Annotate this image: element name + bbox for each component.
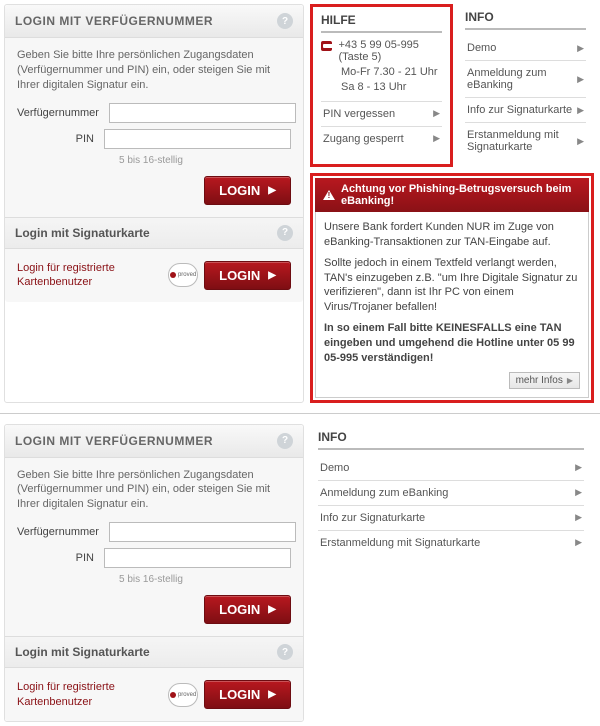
login-panel: LOGIN MIT VERFÜGERNUMMER ? Geben Sie bit… <box>4 424 304 723</box>
help-icon[interactable]: ? <box>277 644 293 660</box>
info-link-label: Info zur Signaturkarte <box>467 104 572 116</box>
label-pin: PIN <box>17 133 104 145</box>
info-link-anmeldung[interactable]: Anmeldung zum eBanking ▶ <box>465 60 586 97</box>
help-icon[interactable]: ? <box>277 433 293 449</box>
warning-title: Achtung vor Phishing-Betrugsversuch beim… <box>341 183 581 207</box>
info-panel: INFO Demo ▶ Anmeldung zum eBanking ▶ Inf… <box>310 424 592 563</box>
signature-title: Login mit Signaturkarte <box>15 226 150 240</box>
chevron-right-icon: ▶ <box>577 43 584 54</box>
warning-header: ! Achtung vor Phishing-Betrugsversuch be… <box>315 178 589 212</box>
label-pin: PIN <box>17 552 104 564</box>
info-link-signaturkarte[interactable]: Info zur Signaturkarte ▶ <box>318 505 584 530</box>
login-button-label: LOGIN <box>219 183 260 198</box>
hilfe-title: HILFE <box>321 13 442 33</box>
chevron-right-icon: ▶ <box>268 270 276 281</box>
phone-icon <box>321 41 332 51</box>
signature-login-link[interactable]: Login für registrierte Kartenbenutzer <box>17 680 115 709</box>
chevron-right-icon: ▶ <box>433 108 440 119</box>
label-verfuegernummer: Verfügernummer <box>17 107 109 119</box>
info-panel: INFO Demo ▶ Anmeldung zum eBanking ▶ Inf… <box>457 4 594 167</box>
signature-login-link[interactable]: Login für registrierte Kartenbenutzer <box>17 261 115 290</box>
hilfe-link-pin[interactable]: PIN vergessen ▶ <box>321 101 442 126</box>
proved-badge-icon: proved <box>168 263 198 287</box>
info-title: INFO <box>318 430 584 450</box>
signature-login-button-label: LOGIN <box>219 687 260 702</box>
info-link-anmeldung[interactable]: Anmeldung zum eBanking ▶ <box>318 480 584 505</box>
label-verfuegernummer: Verfügernummer <box>17 526 109 538</box>
login-title: LOGIN MIT VERFÜGERNUMMER <box>15 14 213 28</box>
info-link-label: Erstanmeldung mit Signaturkarte <box>320 537 480 549</box>
login-button-label: LOGIN <box>219 602 260 617</box>
warning-p1: Unsere Bank fordert Kunden NUR im Zuge v… <box>324 220 580 250</box>
signature-title: Login mit Signaturkarte <box>15 645 150 659</box>
signature-login-button[interactable]: LOGIN ▶ <box>204 680 291 709</box>
hilfe-link-label: Zugang gesperrt <box>323 133 404 145</box>
login-button[interactable]: LOGIN ▶ <box>204 595 291 624</box>
info-link-erstanmeldung[interactable]: Erstanmeldung mit Signaturkarte ▶ <box>318 530 584 555</box>
chevron-right-icon: ▶ <box>575 462 582 473</box>
login-panel: LOGIN MIT VERFÜGERNUMMER ? Geben Sie bit… <box>4 4 304 403</box>
info-link-demo[interactable]: Demo ▶ <box>465 36 586 60</box>
warning-triangle-icon: ! <box>323 190 335 200</box>
chevron-right-icon: ▶ <box>577 105 584 116</box>
info-link-label: Demo <box>320 462 349 474</box>
pin-hint: 5 bis 16-stellig <box>119 155 291 166</box>
more-info-label: mehr Infos <box>516 375 563 386</box>
hilfe-link-label: PIN vergessen <box>323 108 395 120</box>
warning-p2: Sollte jedoch in einem Textfeld verlangt… <box>324 256 580 315</box>
hilfe-hours-2: Sa 8 - 13 Uhr <box>341 80 442 95</box>
chevron-right-icon: ▶ <box>567 376 573 385</box>
signature-header: Login mit Signaturkarte ? <box>5 636 303 668</box>
more-info-button[interactable]: mehr Infos ▶ <box>509 372 580 389</box>
help-icon[interactable]: ? <box>277 13 293 29</box>
login-header: LOGIN MIT VERFÜGERNUMMER ? <box>5 5 303 38</box>
info-link-label: Demo <box>467 42 496 54</box>
warning-p3: In so einem Fall bitte KEINESFALLS eine … <box>324 321 580 366</box>
phishing-warning: ! Achtung vor Phishing-Betrugsversuch be… <box>310 173 594 403</box>
chevron-right-icon: ▶ <box>575 487 582 498</box>
login-header: LOGIN MIT VERFÜGERNUMMER ? <box>5 425 303 458</box>
chevron-right-icon: ▶ <box>268 689 276 700</box>
signature-header: Login mit Signaturkarte ? <box>5 217 303 249</box>
chevron-right-icon: ▶ <box>575 537 582 548</box>
pin-input[interactable] <box>104 129 291 149</box>
info-title: INFO <box>465 10 586 30</box>
login-intro: Geben Sie bitte Ihre persönlichen Zugang… <box>17 468 291 513</box>
info-link-signaturkarte[interactable]: Info zur Signaturkarte ▶ <box>465 97 586 122</box>
hilfe-hours-1: Mo-Fr 7.30 - 21 Uhr <box>341 65 442 80</box>
chevron-right-icon: ▶ <box>433 133 440 144</box>
chevron-right-icon: ▶ <box>577 74 584 85</box>
chevron-right-icon: ▶ <box>575 512 582 523</box>
info-link-label: Anmeldung zum eBanking <box>320 487 448 499</box>
verfuegernummer-input[interactable] <box>109 103 296 123</box>
info-link-label: Anmeldung zum eBanking <box>467 67 577 91</box>
hilfe-link-zugang[interactable]: Zugang gesperrt ▶ <box>321 126 442 151</box>
info-link-label: Erstanmeldung mit Signaturkarte <box>467 129 577 153</box>
hilfe-phone: +43 5 99 05-995 (Taste 5) <box>338 39 442 63</box>
pin-input[interactable] <box>104 548 291 568</box>
pin-hint: 5 bis 16-stellig <box>119 574 291 585</box>
info-link-erstanmeldung[interactable]: Erstanmeldung mit Signaturkarte ▶ <box>465 122 586 159</box>
info-link-label: Info zur Signaturkarte <box>320 512 425 524</box>
verfuegernummer-input[interactable] <box>109 522 296 542</box>
info-link-demo[interactable]: Demo ▶ <box>318 456 584 480</box>
proved-badge-icon: proved <box>168 683 198 707</box>
hilfe-panel: HILFE +43 5 99 05-995 (Taste 5) Mo-Fr 7.… <box>310 4 453 167</box>
login-intro: Geben Sie bitte Ihre persönlichen Zugang… <box>17 48 291 93</box>
chevron-right-icon: ▶ <box>268 604 276 615</box>
signature-login-button-label: LOGIN <box>219 268 260 283</box>
chevron-right-icon: ▶ <box>577 136 584 147</box>
login-title: LOGIN MIT VERFÜGERNUMMER <box>15 434 213 448</box>
help-icon[interactable]: ? <box>277 225 293 241</box>
login-button[interactable]: LOGIN ▶ <box>204 176 291 205</box>
chevron-right-icon: ▶ <box>268 185 276 196</box>
signature-login-button[interactable]: LOGIN ▶ <box>204 261 291 290</box>
